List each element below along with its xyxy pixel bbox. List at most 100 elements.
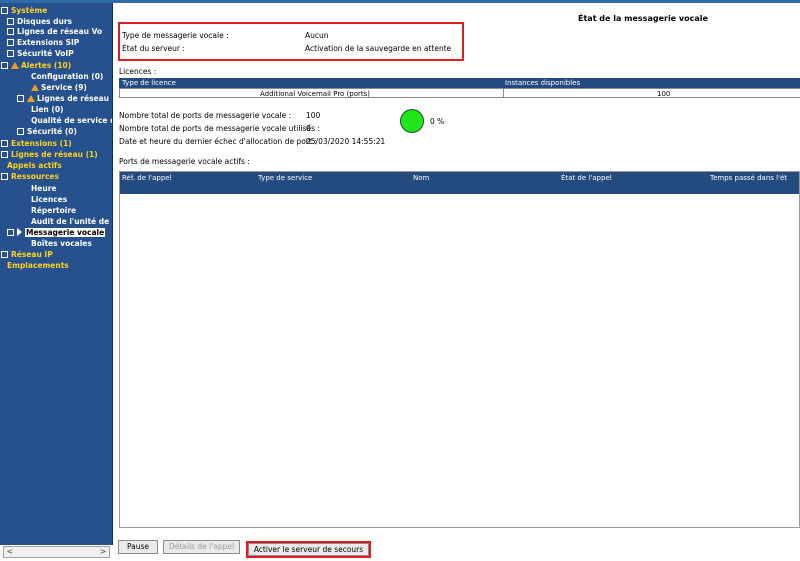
active-ports-header: Réf. de l'appel Type de service Nom État… <box>120 172 799 194</box>
collapse-icon[interactable] <box>1 61 8 69</box>
total-ports-label: Nombre total de ports de messagerie voca… <box>119 111 292 120</box>
warning-icon <box>11 62 19 69</box>
activate-backup-server-button[interactable]: Activer le serveur de secours <box>248 543 369 556</box>
column-call-state[interactable]: État de l'appel <box>561 174 612 182</box>
collapse-icon[interactable] <box>1 172 8 180</box>
active-ports-table[interactable]: Réf. de l'appel Type de service Nom État… <box>119 171 800 528</box>
column-service-type[interactable]: Type de service <box>258 174 312 182</box>
server-state-label: État du serveur : <box>122 44 185 53</box>
navigation-tree[interactable]: Système Disques durs Lignes de réseau Vo Ex… <box>0 3 113 545</box>
sidebar-item-label: Lignes de réseau Vo <box>17 27 103 36</box>
sidebar-item[interactable]: Service (9) <box>31 82 87 93</box>
expand-icon[interactable] <box>1 250 8 258</box>
sidebar-item[interactable]: Réseau IP <box>1 249 53 260</box>
sidebar-item[interactable]: Emplacements <box>7 260 69 271</box>
sidebar-item-label: Extensions SIP <box>17 38 80 47</box>
warning-icon <box>27 95 35 102</box>
sidebar-item[interactable]: Extensions SIP <box>7 37 79 48</box>
last-failure-value: 25/03/2020 14:55:21 <box>306 137 386 146</box>
sidebar-item-label: Répertoire <box>31 206 77 215</box>
sidebar-item[interactable]: Licences <box>31 194 67 205</box>
scroll-right-button[interactable]: > <box>97 547 109 557</box>
pause-button[interactable]: Pause <box>118 540 158 554</box>
main-panel: État de la messagerie vocale Type de mes… <box>113 3 800 561</box>
sidebar-item[interactable]: Messagerie vocale <box>7 227 106 238</box>
sidebar-item[interactable]: Système <box>1 5 47 16</box>
instances-available-cell: 100 <box>657 90 671 98</box>
sidebar-item[interactable]: Extensions (1) <box>1 138 72 149</box>
sidebar-item-label: Emplacements <box>7 261 69 270</box>
expand-icon[interactable] <box>7 27 14 35</box>
expand-icon[interactable] <box>1 150 8 158</box>
sidebar-item[interactable]: Configuration (0) <box>31 71 103 82</box>
used-ports-label: Nombre total de ports de messagerie voca… <box>119 124 320 133</box>
sidebar-item-label: Licences <box>31 195 68 204</box>
status-highlight-box <box>118 22 464 61</box>
table-row[interactable]: Additional Voicemail Pro (ports) 100 <box>119 88 800 98</box>
sidebar-item[interactable]: Ressources <box>1 171 59 182</box>
sidebar-item-label: Lignes de réseau <box>37 94 110 103</box>
voicemail-type-label: Type de messagerie vocale : <box>122 31 229 40</box>
scroll-left-button[interactable]: < <box>4 547 16 557</box>
license-type-cell: Additional Voicemail Pro (ports) <box>260 90 371 98</box>
collapse-icon[interactable] <box>7 228 14 236</box>
sidebar-item[interactable]: Lignes de réseau <box>17 93 109 104</box>
expand-icon[interactable] <box>7 49 14 57</box>
sidebar-item[interactable]: Qualité de service de <box>31 115 113 126</box>
sidebar-item-label: Configuration (0) <box>31 72 104 81</box>
licenses-label: Licences : <box>119 67 157 76</box>
licenses-table-header: Type de licence Instances disponibles <box>119 78 800 88</box>
port-usage-percent: 0 % <box>430 117 445 126</box>
horizontal-scrollbar[interactable]: < > <box>3 546 110 558</box>
used-ports-value: 0 <box>306 124 311 133</box>
server-state-value: Activation de la sauvegarde en attente <box>305 44 452 53</box>
license-type-column[interactable]: Type de licence <box>122 79 176 87</box>
expand-icon[interactable] <box>1 139 8 147</box>
sidebar-item[interactable]: Répertoire <box>31 205 76 216</box>
last-failure-label: Date et heure du dernier échec d'allocat… <box>119 137 317 146</box>
sidebar-item-label: Réseau IP <box>11 250 53 259</box>
port-usage-gauge <box>400 109 424 133</box>
column-name[interactable]: Nom <box>413 174 429 182</box>
sidebar-item-label: Lien (0) <box>31 105 64 114</box>
expand-icon[interactable] <box>7 38 14 46</box>
sidebar-item-label: Qualité de service de <box>31 116 113 125</box>
column-time-in-state[interactable]: Temps passé dans l'ét <box>710 174 787 182</box>
column-divider <box>503 89 504 97</box>
column-call-ref[interactable]: Réf. de l'appel <box>122 174 172 182</box>
sidebar-item-label: Sécurité VoIP <box>17 49 74 58</box>
sidebar-item[interactable]: Boîtes vocales <box>31 238 92 249</box>
sidebar-item-label: Service (9) <box>41 83 87 92</box>
expand-icon[interactable] <box>7 17 14 25</box>
sidebar-item-label: Lignes de réseau (1) <box>11 150 98 159</box>
collapse-icon[interactable] <box>1 6 8 14</box>
sidebar-item[interactable]: Sécurité (0) <box>17 126 77 137</box>
sidebar-item-label: Système <box>11 6 48 15</box>
sidebar-item[interactable]: Audit de l'unité de c <box>31 216 113 227</box>
sidebar-item[interactable]: Sécurité VoIP <box>7 48 74 59</box>
sidebar-item-label: Extensions (1) <box>11 139 72 148</box>
sidebar-item[interactable]: Alertes (10) <box>1 60 71 71</box>
sidebar-item[interactable]: Heure <box>31 183 57 194</box>
instances-available-column[interactable]: Instances disponibles <box>505 79 580 87</box>
warning-icon <box>31 84 39 91</box>
sidebar-item[interactable]: Appels actifs <box>7 160 62 171</box>
sidebar-item[interactable]: Lien (0) <box>31 104 63 115</box>
sidebar-item-label: Appels actifs <box>7 161 62 170</box>
page-title: État de la messagerie vocale <box>578 14 708 23</box>
sidebar-item-label: Audit de l'unité de c <box>31 217 113 226</box>
sidebar-item[interactable]: Lignes de réseau Vo <box>7 26 102 37</box>
sidebar-item-label: Ressources <box>11 172 59 181</box>
expand-icon[interactable] <box>17 127 24 135</box>
sidebar-item-label: Boîtes vocales <box>31 239 92 248</box>
sidebar-item-label: Alertes (10) <box>21 61 72 70</box>
sidebar-item[interactable]: Lignes de réseau (1) <box>1 149 98 160</box>
total-ports-value: 100 <box>306 111 321 120</box>
sidebar-item-label: Sécurité (0) <box>27 127 77 136</box>
arrow-icon <box>17 228 22 236</box>
active-ports-label: Ports de messagerie vocale actifs : <box>119 157 250 166</box>
voicemail-type-value: Aucun <box>305 31 329 40</box>
expand-icon[interactable] <box>17 94 24 102</box>
sidebar-item-label: Disques durs <box>17 17 73 26</box>
call-details-button[interactable]: Détails de l'appel <box>163 540 240 554</box>
